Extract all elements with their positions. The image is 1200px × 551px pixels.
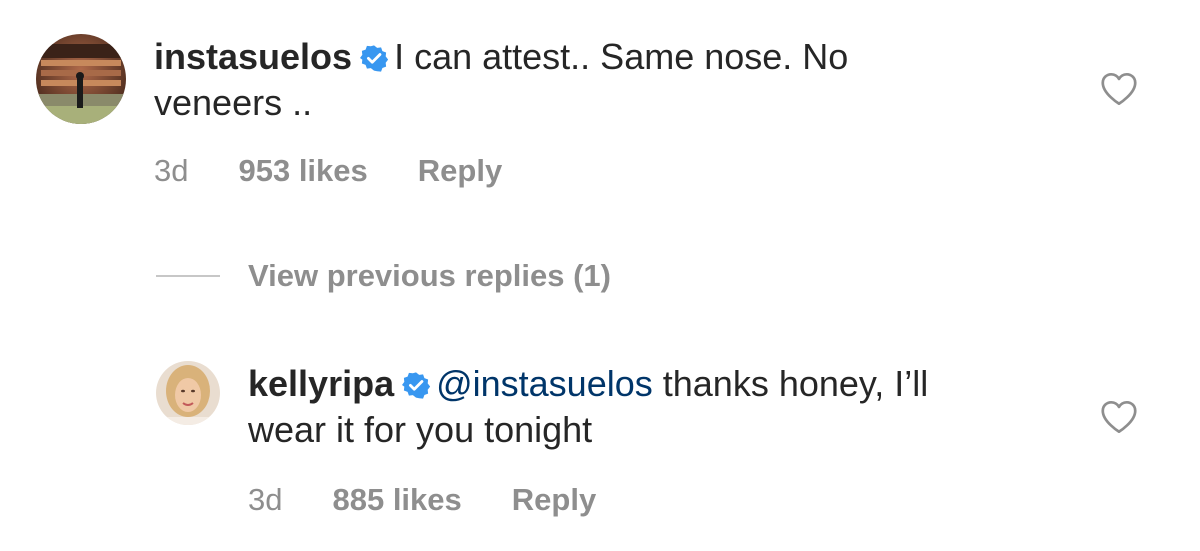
avatar-instasuelos[interactable]	[36, 34, 126, 124]
comment-body-line2: veneers ..	[154, 82, 313, 123]
comment-body-line2: wear it for you tonight	[248, 409, 593, 450]
comment-text: kellyripa @instasuelos thanks honey, I’ll…	[248, 361, 928, 453]
like-button[interactable]	[1100, 400, 1138, 434]
avatar-kellyripa[interactable]	[156, 361, 220, 425]
mention-link[interactable]: @instasuelos	[436, 363, 653, 404]
username-link[interactable]: kellyripa	[248, 363, 394, 404]
likes-count[interactable]: 953 likes	[238, 153, 367, 189]
comment-body-line1: thanks honey, I’ll	[662, 363, 929, 404]
verified-badge-icon	[402, 372, 431, 399]
comment-meta: 3d 953 likes Reply	[154, 153, 502, 189]
verified-badge-icon	[360, 45, 389, 72]
comment-meta: 3d 885 likes Reply	[248, 482, 596, 518]
comment-body-line1: I can attest.. Same nose. No	[394, 36, 849, 77]
reply-button[interactable]: Reply	[418, 153, 502, 189]
theater-photo-icon	[36, 34, 126, 124]
view-previous-replies-button[interactable]: View previous replies (1)	[156, 258, 611, 294]
heart-outline-icon	[1101, 400, 1137, 434]
heart-outline-icon	[1101, 72, 1137, 106]
divider-line	[156, 275, 220, 277]
likes-count[interactable]: 885 likes	[332, 482, 461, 518]
like-button[interactable]	[1100, 72, 1138, 106]
view-replies-label: View previous replies (1)	[248, 258, 611, 293]
timestamp: 3d	[154, 153, 189, 188]
comment-text: instasuelos I can attest.. Same nose. No …	[154, 34, 848, 126]
reply-button[interactable]: Reply	[512, 482, 596, 518]
timestamp: 3d	[248, 482, 283, 517]
username-link[interactable]: instasuelos	[154, 36, 352, 77]
profile-photo-icon	[156, 361, 220, 425]
